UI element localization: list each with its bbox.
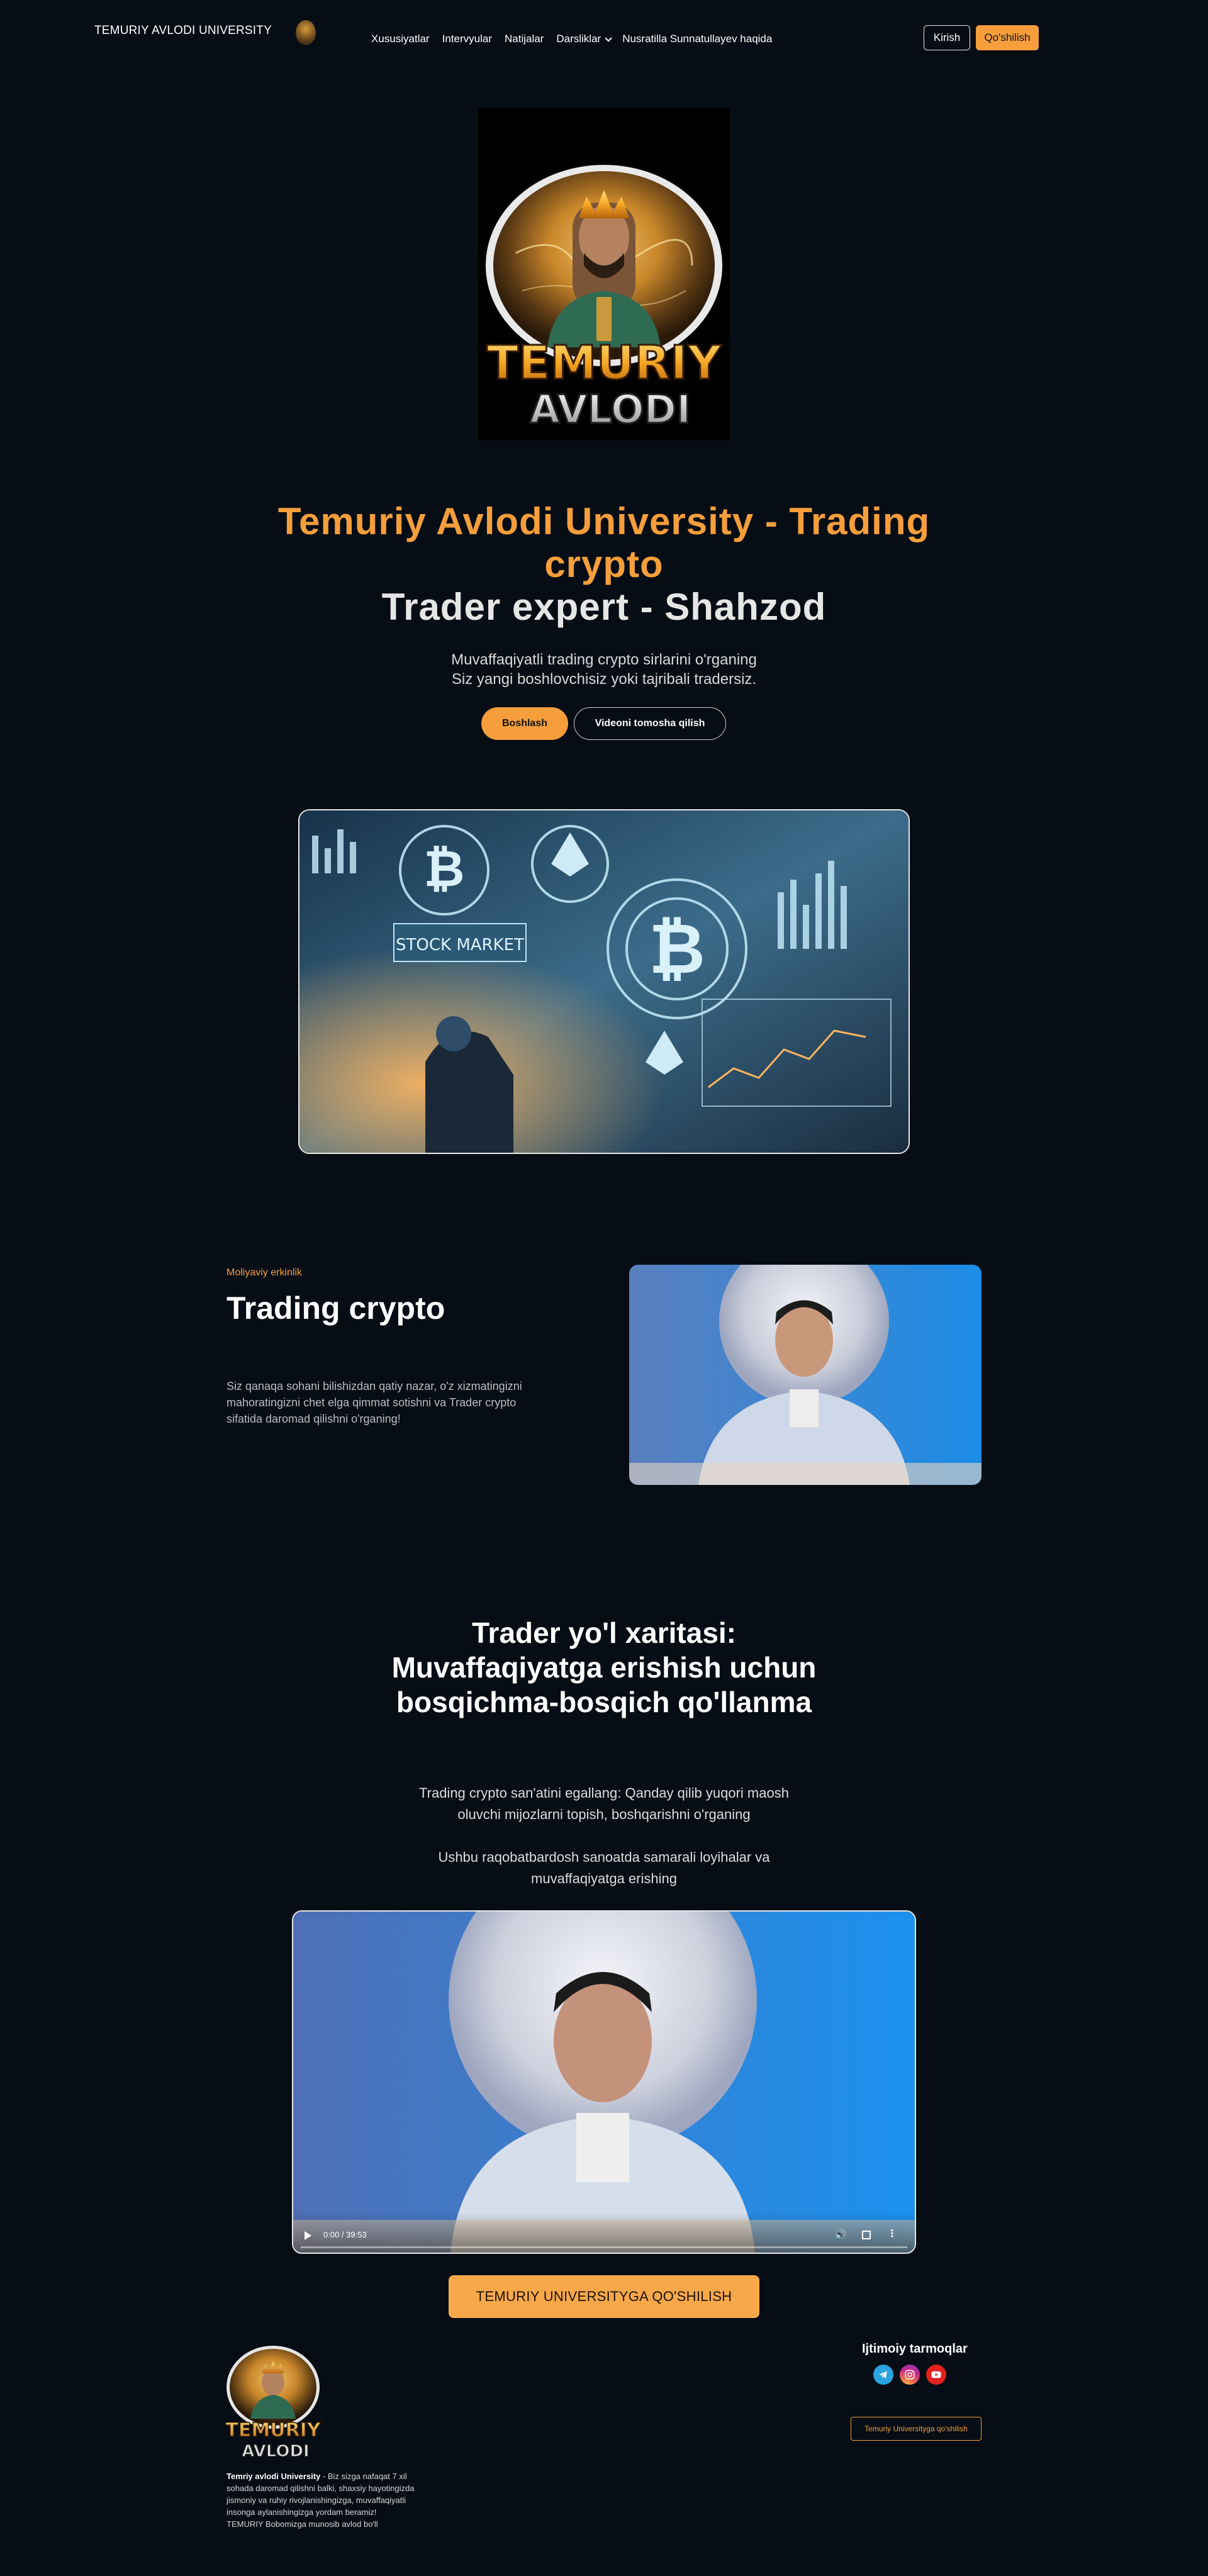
volume-icon[interactable]: 🔊	[834, 2229, 847, 2241]
hero-title: Temuriy Avlodi University - Trading cryp…	[226, 500, 982, 629]
watch-video-button[interactable]: Videoni tomosha qilish	[574, 707, 726, 740]
roadmap-title: Trader yo'l xaritasi: Muvaffaqiyatga eri…	[289, 1616, 919, 1720]
roadmap-text-1: Trading crypto san'atini egallang: Qanda…	[352, 1783, 856, 1825]
feature-description: Siz qanaqa sohani bilishizdan qatiy naza…	[226, 1380, 522, 1425]
footer-brand-name: Temriy avlodi University	[226, 2472, 321, 2481]
nav-link-lessons-label: Darsliklar	[556, 33, 601, 45]
hero-title-line-1: Temuriy Avlodi University - Trading	[277, 500, 931, 542]
fullscreen-icon[interactable]	[862, 2231, 871, 2239]
start-button[interactable]: Boshlash	[481, 707, 568, 740]
roadmap-text-2-line-2: muvaffaqiyatga erishing	[531, 1871, 677, 1886]
roadmap-title-line-1: Trader yo'l xaritasi:	[471, 1616, 737, 1649]
brand-name[interactable]: TEMURIY AVLODI UNIVERSITY	[94, 24, 272, 38]
hero-subtitle-line-2: Siz yangi boshlovchisiz yoki tajribali t…	[451, 671, 757, 688]
footer-logo-word-top: TEMURIY	[225, 2419, 321, 2441]
roadmap-title-line-2: Muvaffaqiyatga erishish uchun	[391, 1651, 817, 1684]
top-navbar: TEMURIY AVLODI UNIVERSITY Xususiyatlar I…	[0, 0, 1208, 69]
footer-logo-image: TEMURIY AVLODI	[225, 2343, 322, 2463]
nav-link-about[interactable]: Nusratilla Sunnatullayev haqida	[622, 33, 772, 45]
logo-word-top: TEMURIY	[487, 336, 722, 390]
brand-logo[interactable]	[296, 20, 316, 45]
feature-video-thumbnail[interactable]	[629, 1265, 982, 1485]
nav-link-results[interactable]: Natijalar	[505, 33, 544, 45]
video-controls: 0:00 / 39:53 🔊 ⋮	[293, 2212, 915, 2253]
join-button[interactable]: Qo'shilish	[976, 25, 1039, 50]
feature-title: Trading crypto	[226, 1291, 445, 1326]
video-progress-bar[interactable]	[301, 2246, 907, 2248]
logo-word-bottom: AVLODI	[530, 386, 691, 432]
svg-text:₿: ₿	[423, 839, 464, 898]
nav-link-interviews[interactable]: Intervyular	[442, 33, 492, 45]
more-options-icon[interactable]: ⋮	[887, 2227, 897, 2240]
social-links	[873, 2365, 946, 2385]
roadmap-title-line-3: bosqichma-bosqich qo'llanma	[396, 1686, 812, 1718]
hero-title-line-3: Trader expert - Shahzod	[381, 586, 827, 628]
login-button[interactable]: Kirish	[924, 25, 970, 50]
roadmap-text-1-line-1: Trading crypto san'atini egallang: Qanda…	[419, 1785, 789, 1801]
crypto-dashboard-image: ₿ ₿ STOCK MARKET	[298, 809, 910, 1154]
hero-subtitle: Muvaffaqiyatli trading crypto sirlarini …	[289, 650, 919, 689]
play-icon[interactable]	[305, 2231, 311, 2240]
roadmap-text-2: Ushbu raqobatbardosh sanoatda samarali l…	[352, 1847, 856, 1890]
video-time: 0:00 / 39:53	[323, 2230, 367, 2239]
hero-subtitle-line-1: Muvaffaqiyatli trading crypto sirlarini …	[451, 651, 757, 668]
hero-logo-image: TEMURIY AVLODI	[478, 108, 730, 440]
footer-join-button[interactable]: Temuriy Universityga qo'shilish	[851, 2417, 982, 2441]
svg-text:₿: ₿	[649, 909, 705, 989]
instagram-icon[interactable]	[900, 2365, 920, 2385]
footer-description: Temriy avlodi University - Biz sizga naf…	[226, 2470, 415, 2530]
hero-title-line-2: crypto	[544, 543, 664, 585]
roadmap-text-2-line-1: Ushbu raqobatbardosh sanoatda samarali l…	[438, 1849, 770, 1865]
roadmap-video-player[interactable]: 0:00 / 39:53 🔊 ⋮	[292, 1910, 916, 2254]
footer-logo-word-bottom: AVLODI	[242, 2442, 309, 2461]
chevron-down-icon	[605, 35, 612, 42]
nav-links: Xususiyatlar Intervyular Natijalar Darsl…	[371, 33, 772, 45]
feature-label: Moliyaviy erkinlik	[226, 1267, 303, 1278]
roadmap-text-1-line-2: oluvchi mijozlarni topish, boshqarishni …	[457, 1806, 751, 1822]
telegram-icon[interactable]	[873, 2365, 893, 2385]
social-title: Ijtimoiy tarmoqlar	[862, 2342, 968, 2356]
nav-link-lessons-dropdown[interactable]: Darsliklar	[556, 33, 612, 45]
youtube-icon[interactable]	[926, 2365, 946, 2385]
join-university-cta-button[interactable]: TEMURIY UNIVERSITYGA QO'SHILISH	[449, 2275, 759, 2318]
image-stock-market-label: STOCK MARKET	[396, 936, 524, 955]
nav-link-features[interactable]: Xususiyatlar	[371, 33, 430, 45]
